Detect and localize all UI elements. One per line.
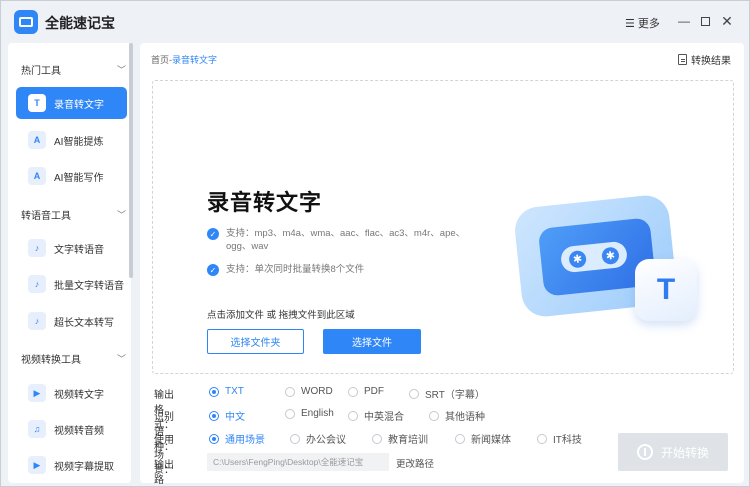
- main-panel: 首页-录音转文字 转换结果 录音转文字 ✓ 支持：mp3、m4a、wma、aac…: [140, 43, 744, 486]
- change-path-link[interactable]: 更改路径: [396, 456, 434, 470]
- close-icon[interactable]: ✕: [720, 13, 734, 29]
- breadcrumb-home[interactable]: 首页: [151, 55, 169, 65]
- file-drop-zone[interactable]: 录音转文字 ✓ 支持：mp3、m4a、wma、aac、flac、ac3、m4r、…: [152, 80, 734, 374]
- scene-meeting-radio[interactable]: 办公会议: [290, 431, 346, 446]
- asterisk-icon: ✱: [601, 245, 620, 265]
- format-srt-radio[interactable]: SRT（字幕）: [409, 386, 485, 401]
- chevron-down-icon: ﹀: [116, 210, 126, 220]
- title-bar: 全能速记宝 ☰ 更多 — ✕: [1, 1, 749, 43]
- check-icon: ✓: [207, 264, 219, 276]
- sidebar-item-audio-to-text[interactable]: T 录音转文字: [16, 87, 127, 119]
- output-path-label: 输出路径：: [154, 460, 174, 486]
- scene-news-radio[interactable]: 新闻媒体: [455, 431, 511, 446]
- language-chinese-radio[interactable]: 中文: [209, 408, 245, 423]
- language-mixed-radio[interactable]: 中英混合: [348, 408, 404, 423]
- sidebar-item-ai-writing[interactable]: A AI智能写作: [16, 160, 127, 192]
- start-conversion-button[interactable]: 开始转换: [618, 433, 728, 471]
- sidebar-item-ai-extract[interactable]: A AI智能提炼: [16, 124, 127, 156]
- select-folder-button[interactable]: 选择文件夹: [207, 329, 304, 354]
- sidebar-item-text-to-speech[interactable]: ♪ 文字转语音: [16, 232, 127, 264]
- video-icon: ▶: [28, 384, 46, 402]
- power-icon: [636, 444, 653, 460]
- audio-icon: ♪: [28, 275, 46, 293]
- check-icon: ✓: [207, 228, 219, 240]
- maximize-icon[interactable]: [698, 14, 712, 28]
- drop-hint: 点击添加文件 或 拖拽文件到此区域: [207, 310, 355, 321]
- audio-icon: ♪: [28, 239, 46, 257]
- video-icon: ▶: [28, 456, 46, 474]
- minimize-icon[interactable]: —: [677, 14, 691, 28]
- asterisk-icon: ✱: [568, 249, 587, 269]
- text-t-icon: T: [635, 259, 697, 321]
- ai-icon: A: [28, 131, 46, 149]
- breadcrumb-current: 录音转文字: [172, 55, 218, 65]
- sidebar-item-long-text[interactable]: ♪ 超长文本转写: [16, 305, 127, 337]
- feature-formats: ✓ 支持：mp3、m4a、wma、aac、flac、ac3、m4r、ape、og…: [207, 227, 477, 253]
- scene-education-radio[interactable]: 教育培训: [372, 431, 428, 446]
- sidebar-group-speech-tools[interactable]: 转语音工具 ﹀: [21, 207, 126, 222]
- sidebar-item-batch-text-to-speech[interactable]: ♪ 批量文字转语音: [16, 268, 127, 300]
- ai-icon: A: [28, 167, 46, 185]
- sidebar-scrollbar[interactable]: [129, 43, 133, 278]
- language-english-radio[interactable]: English: [285, 408, 334, 419]
- audio-icon: ♪: [28, 312, 46, 330]
- sidebar-item-video-to-audio[interactable]: ♫ 视频转音频: [16, 413, 127, 445]
- feature-batch: ✓ 支持：单次同时批量转换8个文件: [207, 263, 364, 276]
- app-title: 全能速记宝: [45, 15, 115, 31]
- scene-general-radio[interactable]: 通用场景: [209, 431, 265, 446]
- sidebar-group-hot-tools[interactable]: 热门工具 ﹀: [21, 62, 126, 77]
- chevron-down-icon: ﹀: [116, 354, 126, 364]
- text-t-icon: T: [28, 94, 46, 112]
- scene-it-radio[interactable]: IT科技: [537, 431, 582, 446]
- chevron-down-icon: ﹀: [116, 65, 126, 75]
- conversion-results-button[interactable]: 转换结果: [678, 52, 731, 67]
- menu-icon: ☰: [625, 17, 635, 30]
- sidebar-group-video-tools[interactable]: 视频转换工具 ﹀: [21, 351, 126, 366]
- format-pdf-radio[interactable]: PDF: [348, 386, 384, 397]
- app-logo-icon: [14, 10, 38, 34]
- sidebar-item-subtitle-extract[interactable]: ▶ 视频字幕提取: [16, 449, 127, 481]
- format-word-radio[interactable]: WORD: [285, 386, 333, 397]
- format-txt-radio[interactable]: TXT: [209, 386, 244, 397]
- more-label: 更多: [637, 18, 660, 30]
- more-button[interactable]: ☰ 更多: [625, 15, 660, 31]
- document-icon: [678, 54, 687, 65]
- app-window: 全能速记宝 ☰ 更多 — ✕ 热门工具 ﹀ T 录音转文字 A AI智能提炼 A …: [0, 0, 750, 487]
- page-title: 录音转文字: [207, 190, 323, 215]
- breadcrumb: 首页-录音转文字: [151, 55, 218, 65]
- sidebar-item-video-to-text[interactable]: ▶ 视频转文字: [16, 377, 127, 409]
- select-file-button[interactable]: 选择文件: [323, 329, 421, 354]
- music-icon: ♫: [28, 420, 46, 438]
- language-other-radio[interactable]: 其他语种: [429, 408, 485, 423]
- output-path-field[interactable]: [207, 453, 389, 471]
